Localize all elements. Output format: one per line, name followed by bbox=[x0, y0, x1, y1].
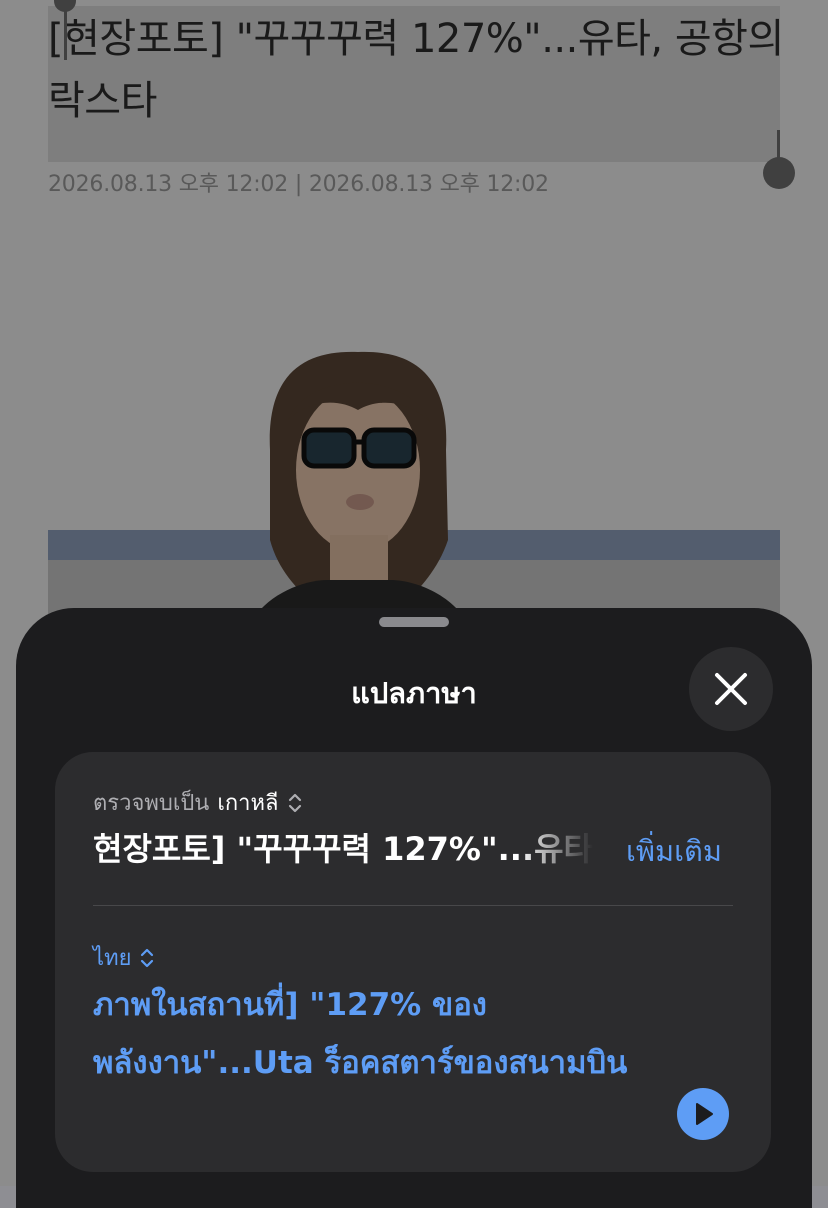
chevron-up-down-icon bbox=[288, 793, 301, 812]
play-button[interactable] bbox=[677, 1088, 729, 1140]
play-icon bbox=[696, 1103, 713, 1125]
sheet-grabber[interactable] bbox=[379, 617, 449, 627]
detected-label: ตรวจพบเป็น bbox=[93, 791, 210, 816]
chevron-up-down-icon bbox=[141, 948, 154, 967]
source-text: 현장포토] "꾸꾸꾸력 127%"...유타 bbox=[93, 830, 593, 868]
source-language-name: เกาหลี bbox=[217, 791, 279, 816]
translated-text: ภาพในสถานที่] "127% ของพลังงาน"...Uta ร็… bbox=[93, 987, 628, 1081]
close-button[interactable] bbox=[689, 647, 773, 731]
source-language-selector[interactable]: ตรวจพบเป็น เกาหลี bbox=[93, 785, 303, 820]
close-icon bbox=[715, 673, 747, 705]
card-divider bbox=[93, 905, 733, 906]
target-language-selector[interactable]: ไทย bbox=[93, 940, 155, 975]
more-button[interactable]: เพิ่มเติม bbox=[626, 828, 722, 874]
target-language-name: ไทย bbox=[93, 946, 132, 971]
